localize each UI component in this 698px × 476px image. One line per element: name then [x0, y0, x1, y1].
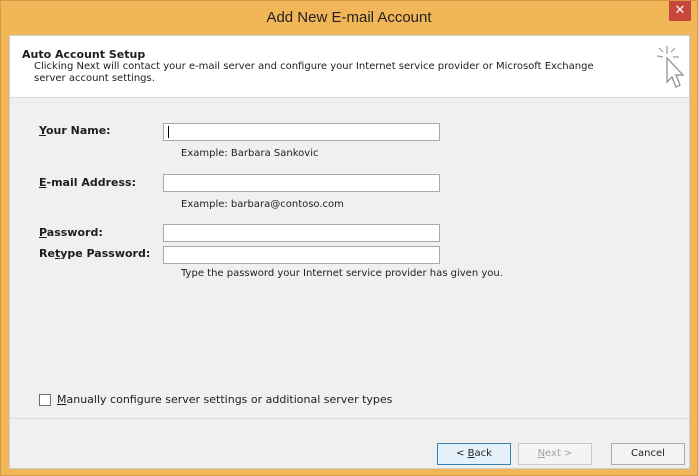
- your-name-example: Example: Barbara Sankovic: [181, 148, 319, 159]
- your-name-input[interactable]: [163, 123, 440, 141]
- password-input[interactable]: [163, 224, 440, 242]
- email-address-input[interactable]: [163, 174, 440, 192]
- retype-password-input[interactable]: [163, 246, 440, 264]
- wizard-header: Auto Account Setup Clicking Next will co…: [10, 36, 689, 98]
- back-button[interactable]: < Back: [437, 443, 511, 465]
- add-email-account-dialog: Add New E-mail Account ✕ Auto Account Se…: [0, 0, 698, 476]
- email-address-example: Example: barbara@contoso.com: [181, 199, 344, 210]
- form-area: Your Name: Example: Barbara Sankovic E-m…: [10, 98, 689, 418]
- header-title: Auto Account Setup: [22, 48, 146, 61]
- header-description: Clicking Next will contact your e-mail s…: [34, 61, 594, 84]
- password-label: Password:: [39, 226, 103, 239]
- wizard-cursor-icon: [656, 46, 685, 88]
- title-bar[interactable]: Add New E-mail Account ✕: [1, 1, 697, 35]
- close-icon: ✕: [674, 3, 686, 18]
- next-button[interactable]: Next >: [518, 443, 592, 465]
- manual-config-label[interactable]: Manually configure server settings or ad…: [57, 393, 392, 406]
- cancel-button[interactable]: Cancel: [611, 443, 685, 465]
- retype-password-label: Retype Password:: [39, 247, 151, 260]
- manual-config-checkbox[interactable]: [39, 394, 51, 406]
- text-cursor: [168, 126, 169, 138]
- window-title: Add New E-mail Account: [266, 9, 432, 26]
- password-hint: Type the password your Internet service …: [181, 268, 503, 279]
- button-bar: < Back Next > Cancel: [10, 418, 689, 468]
- your-name-label: Your Name:: [39, 124, 111, 137]
- email-address-label: E-mail Address:: [39, 176, 136, 189]
- close-button[interactable]: ✕: [669, 1, 691, 21]
- dialog-client-area: Auto Account Setup Clicking Next will co…: [9, 35, 690, 469]
